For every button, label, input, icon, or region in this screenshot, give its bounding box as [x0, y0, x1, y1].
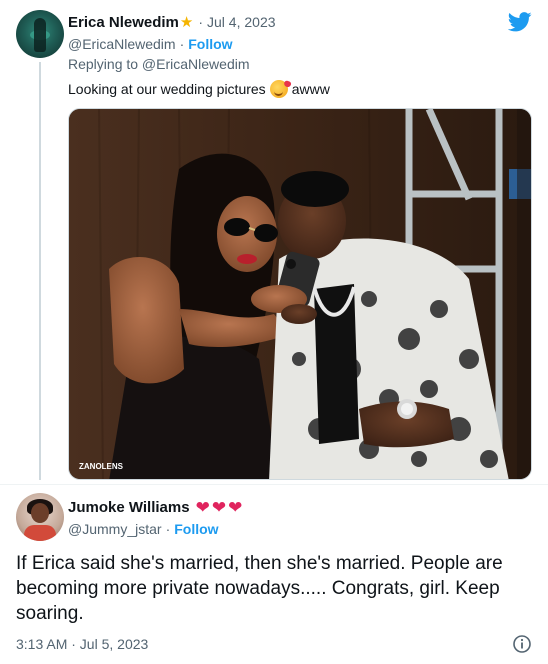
parent-tweet-text: Looking at our wedding pictures awww [68, 78, 330, 100]
parent-handle[interactable]: @EricaNlewedim [68, 36, 176, 52]
date-separator: · [198, 14, 204, 30]
twitter-bird-icon[interactable] [508, 12, 532, 32]
embedded-tweet-card: Erica Nlewedim ★ · Jul 4, 2023 @EricaNle… [0, 0, 548, 664]
tweet-divider [0, 484, 548, 485]
parent-display-name[interactable]: Erica Nlewedim [68, 14, 179, 31]
reply-handle[interactable]: @Jummy_jstar [68, 521, 162, 537]
reply-handle-row: @Jummy_jstar · Follow [68, 519, 219, 539]
heart-icon: ❤ [228, 497, 243, 517]
heart-icon: ❤ [195, 497, 210, 517]
parent-text-after-emoji: awww [291, 81, 330, 97]
reply-display-name[interactable]: Jumoke Williams [68, 499, 190, 516]
parent-handle-row: @EricaNlewedim · Follow [68, 34, 233, 54]
handle-separator: · [165, 521, 171, 537]
reply-tweet-text: If Erica said she's married, then she's … [16, 553, 503, 624]
smiling-face-with-hearts-icon [269, 80, 288, 98]
photo-watermark: ZANOLENS [79, 462, 124, 471]
heart-icon: ❤ [211, 497, 227, 517]
parent-text-before-emoji: Looking at our wedding pictures [68, 81, 266, 97]
reply-author-row: Jumoke Williams ❤ ❤ ❤ [68, 496, 242, 518]
replying-to-label: Replying to @EricaNlewedim [68, 56, 250, 72]
parent-author-row: Erica Nlewedim ★ · Jul 4, 2023 [68, 12, 276, 32]
wedding-photo[interactable]: ZANOLENS [68, 108, 532, 480]
star-icon: ★ [179, 13, 194, 31]
reply-follow-button[interactable]: Follow [174, 521, 218, 537]
parent-follow-button[interactable]: Follow [188, 36, 232, 52]
thread-connector-line [39, 62, 41, 480]
info-icon[interactable] [512, 634, 532, 654]
parent-date[interactable]: Jul 4, 2023 [207, 14, 276, 30]
parent-tweet: Erica Nlewedim ★ · Jul 4, 2023 @EricaNle… [0, 0, 548, 485]
erica-avatar[interactable] [16, 10, 64, 58]
jumoke-avatar[interactable] [16, 493, 64, 541]
heart-emojis: ❤ ❤ ❤ [196, 499, 243, 516]
reply-timestamp[interactable]: 3:13 AM · Jul 5, 2023 [16, 634, 148, 654]
handle-separator: · [179, 36, 185, 52]
